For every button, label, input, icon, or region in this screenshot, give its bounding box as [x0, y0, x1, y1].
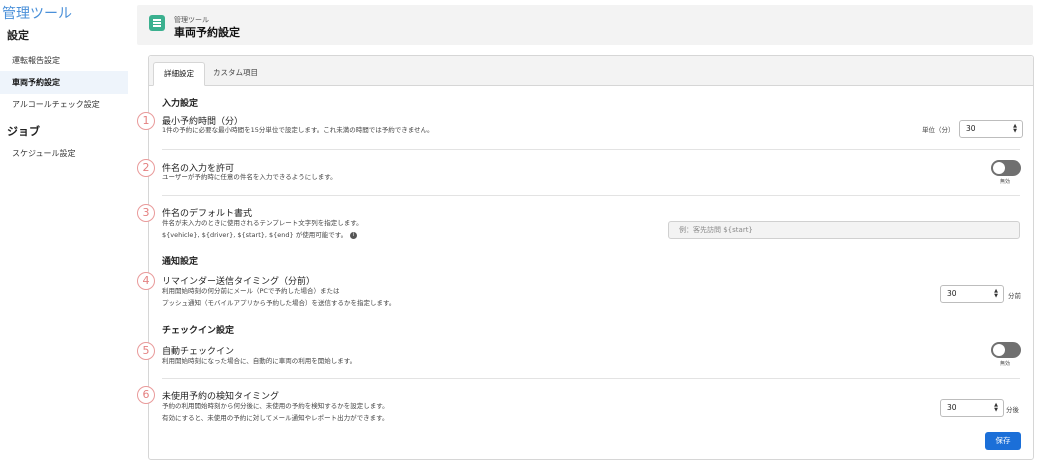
- sidebar-item-schedule[interactable]: スケジュール設定: [0, 142, 128, 165]
- step-badge-2: 2: [137, 159, 155, 177]
- sidebar-item-vehicle-booking[interactable]: 車両予約設定: [0, 71, 128, 94]
- reminder-value: 30: [947, 289, 957, 298]
- chevron-updown-icon: ▲ ▼: [1013, 123, 1017, 134]
- document-icon: [149, 15, 165, 31]
- auto-checkin-state: 無効: [1000, 361, 1011, 367]
- subject-format-input[interactable]: 例：客先訪問 ${start}: [668, 221, 1020, 239]
- settings-card: 詳細設定 カスタム項目: [148, 55, 1034, 460]
- tab-bar: 詳細設定 カスタム項目: [149, 56, 1033, 86]
- step-badge-3: 3: [137, 204, 155, 222]
- setting-desc-subject-format-1: 件名が未入力のときに使用されるテンプレート文字列を指定します。: [162, 219, 363, 227]
- step-badge-5: 5: [137, 342, 155, 360]
- chevron-updown-icon: ▲ ▼: [994, 288, 998, 299]
- divider: [162, 149, 1020, 150]
- divider: [162, 378, 1020, 379]
- page-header: 管理ツール 車両予約設定: [137, 5, 1033, 45]
- setting-desc-reminder-2: プッシュ通知（モバイルアプリから予約した場合）を送信するかを指定します。: [162, 299, 396, 307]
- setting-desc-unused-detect-1: 予約の利用開始時刻から何分後に、未使用の予約を検知するかを設定します。: [162, 402, 389, 410]
- tab-details[interactable]: 詳細設定: [153, 62, 205, 86]
- setting-desc-auto-checkin: 利用開始時刻になった場合に、自動的に車両の利用を開始します。: [162, 357, 357, 365]
- setting-desc-min-time: 1件の予約に必要な最小時間を15分単位で設定します。これ未満の時間では予約できま…: [162, 126, 434, 134]
- tab-custom-fields[interactable]: カスタム項目: [203, 62, 268, 86]
- step-badge-1: 1: [137, 112, 155, 130]
- reminder-select[interactable]: 30 ▲ ▼: [940, 285, 1004, 303]
- toggle-knob: [993, 162, 1005, 174]
- min-time-value: 30: [966, 124, 976, 133]
- sidebar-section-jobs: ジョブ: [7, 125, 40, 138]
- step-badge-6: 6: [137, 386, 155, 404]
- sidebar-item-alcohol-check[interactable]: アルコールチェック設定: [0, 93, 128, 116]
- setting-desc-unused-detect-2: 有効にすると、未使用の予約に対してメール通知やレポート出力ができます。: [162, 414, 389, 422]
- app-title: 管理ツール: [2, 6, 72, 22]
- chevron-updown-icon: ▲ ▼: [994, 402, 998, 413]
- save-button[interactable]: 保存: [985, 432, 1021, 450]
- unit-label-minutes-before: 分前: [1008, 292, 1021, 300]
- auto-checkin-toggle[interactable]: [991, 342, 1021, 358]
- page-title: 車両予約設定: [174, 26, 240, 39]
- step-badge-4: 4: [137, 272, 155, 290]
- setting-desc-subject-allow: ユーザーが予約時に任意の件名を入力できるようにします。: [162, 173, 337, 181]
- unused-detect-value: 30: [947, 403, 957, 412]
- divider: [162, 195, 1020, 196]
- subject-allow-state: 無効: [1000, 179, 1011, 185]
- unit-label-minutes-after: 分後: [1006, 406, 1019, 414]
- sidebar-section-settings: 設定: [7, 29, 29, 42]
- group-title-checkin: チェックイン設定: [162, 326, 235, 336]
- group-title-notify: 通知設定: [162, 257, 199, 267]
- setting-desc-reminder-1: 利用開始時刻の何分前にメール（PCで予約した場合）または: [162, 287, 340, 295]
- setting-desc-subject-format-2-text: ${vehicle}, ${driver}, ${start}, ${end} …: [162, 231, 348, 239]
- sidebar-item-drive-report[interactable]: 運転報告設定: [0, 49, 128, 72]
- sidebar: 管理ツール 設定 運転報告設定 車両予約設定 アルコールチェック設定 ジョブ ス…: [0, 0, 128, 463]
- toggle-knob: [993, 344, 1005, 356]
- info-icon[interactable]: i: [350, 231, 358, 239]
- unit-label-min: 単位（分）: [922, 126, 955, 134]
- setting-desc-subject-format-2: ${vehicle}, ${driver}, ${start}, ${end} …: [162, 230, 358, 240]
- group-title-input: 入力設定: [162, 99, 199, 109]
- min-time-select[interactable]: 30 ▲ ▼: [959, 120, 1023, 138]
- unused-detect-select[interactable]: 30 ▲ ▼: [940, 399, 1004, 417]
- subject-allow-toggle[interactable]: [991, 160, 1021, 176]
